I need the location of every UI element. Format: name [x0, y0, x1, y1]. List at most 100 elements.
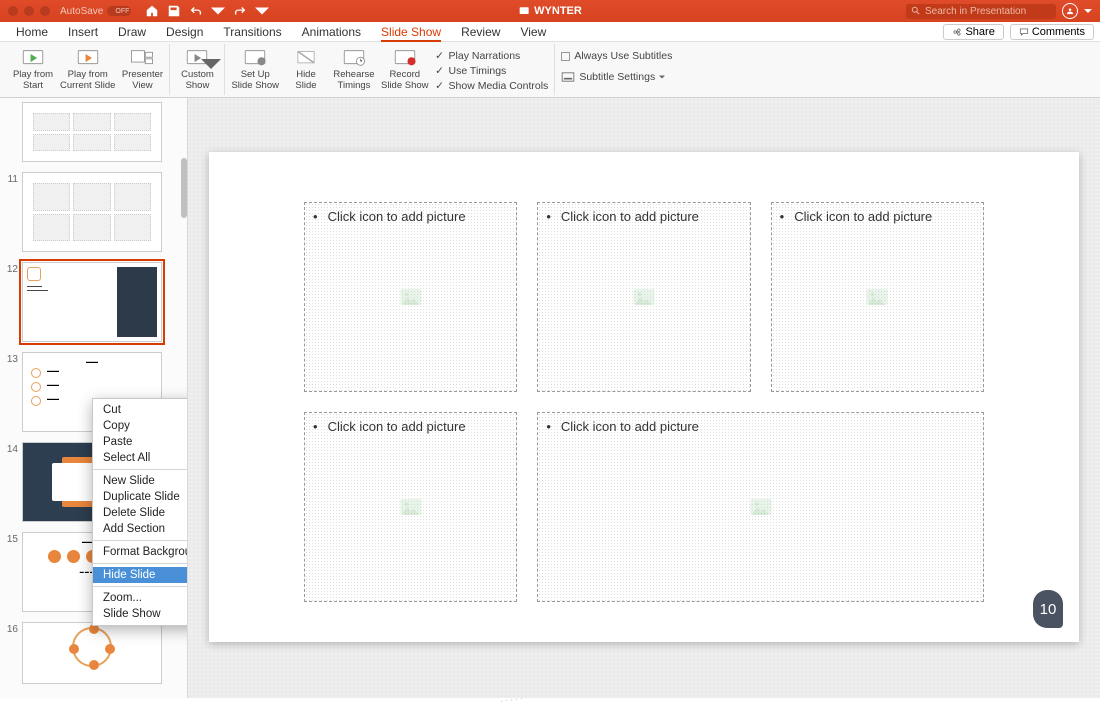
picture-placeholder[interactable]: Click icon to add picture	[771, 202, 984, 392]
thumbnail-slide[interactable]	[22, 102, 162, 162]
autosave-control[interactable]: AutoSave OFF	[60, 6, 131, 17]
context-menu: Cut⌘X Copy⌘C Paste⌘V Select All⌘A New Sl…	[92, 398, 188, 626]
check-icon: ✓	[435, 51, 445, 61]
thumb-number: 15	[4, 532, 18, 545]
record-show-button[interactable]: Record Slide Show	[381, 44, 429, 92]
thumbnail-slide-16[interactable]	[22, 622, 162, 684]
thumb-number: 11	[4, 172, 18, 185]
image-icon	[400, 499, 422, 515]
autosave-toggle[interactable]: OFF	[107, 6, 131, 16]
play-narrations-checkbox[interactable]: ✓Play Narrations	[435, 50, 549, 62]
ribbon: Play from Start Play from Current Slide …	[0, 42, 1100, 98]
thumb-number: 13	[4, 352, 18, 365]
slide-canvas-area[interactable]: Click icon to add picture Click icon to …	[188, 98, 1100, 698]
separator	[93, 563, 188, 564]
ctx-delete-slide[interactable]: Delete Slide	[93, 505, 188, 521]
zoom-icon[interactable]	[40, 6, 50, 16]
thumb-number: 16	[4, 622, 18, 635]
image-icon	[633, 289, 655, 305]
chevron-down-icon	[198, 54, 224, 74]
window-controls[interactable]	[8, 6, 50, 16]
chevron-down-icon	[659, 74, 665, 80]
quick-access-toolbar	[145, 4, 269, 18]
slide[interactable]: Click icon to add picture Click icon to …	[209, 152, 1079, 642]
tab-slide-show[interactable]: Slide Show	[371, 22, 451, 41]
undo-icon[interactable]	[189, 4, 203, 18]
ctx-format-background[interactable]: Format Background...	[93, 544, 188, 560]
home-icon[interactable]	[145, 4, 159, 18]
slide-number-badge: 10	[1033, 590, 1063, 628]
use-timings-checkbox[interactable]: ✓Use Timings	[435, 65, 549, 77]
custom-show-button[interactable]: Custom Show	[176, 44, 218, 92]
ctx-select-all[interactable]: Select All⌘A	[93, 450, 188, 466]
thumb-number: 12	[4, 262, 18, 275]
ribbon-tabs: Home Insert Draw Design Transitions Anim…	[0, 22, 1100, 42]
search-input[interactable]	[925, 6, 1045, 17]
separator	[93, 469, 188, 470]
thumbnail-slide-12[interactable]: ▬▬▬▬▬▬▬▬▬▬▬▬	[22, 262, 162, 342]
tab-review[interactable]: Review	[451, 22, 510, 41]
setup-show-button[interactable]: Set Up Slide Show	[231, 44, 279, 92]
check-icon: ✓	[435, 81, 445, 91]
slide-thumbnails-panel[interactable]: 11 12▬▬▬▬▬▬▬▬▬▬▬▬ 13▬▬▬▬▬▬▬▬▬▬▬▬ 14 15▬▬…	[0, 98, 188, 698]
ctx-duplicate-slide[interactable]: Duplicate Slide⇧⌘D	[93, 489, 188, 505]
main-area: 11 12▬▬▬▬▬▬▬▬▬▬▬▬ 13▬▬▬▬▬▬▬▬▬▬▬▬ 14 15▬▬…	[0, 98, 1100, 698]
tab-view[interactable]: View	[510, 22, 556, 41]
show-media-checkbox[interactable]: ✓Show Media Controls	[435, 80, 549, 92]
thumb-number: 14	[4, 442, 18, 455]
thumbnail-slide-11[interactable]	[22, 172, 162, 252]
ctx-zoom[interactable]: Zoom...	[93, 590, 188, 606]
rehearse-timings-button[interactable]: Rehearse Timings	[333, 44, 375, 92]
minimize-icon[interactable]	[24, 6, 34, 16]
tab-transitions[interactable]: Transitions	[213, 22, 291, 41]
subtitle-settings-button[interactable]: Subtitle Settings	[561, 71, 672, 83]
picture-placeholder[interactable]: Click icon to add picture	[304, 412, 517, 602]
scrollbar[interactable]	[181, 158, 187, 218]
checkbox-empty-icon	[561, 52, 570, 61]
presentation-icon	[518, 5, 530, 17]
image-icon	[750, 499, 772, 515]
chevron-down-icon[interactable]	[1084, 7, 1092, 15]
tab-insert[interactable]: Insert	[58, 22, 108, 41]
play-from-start-button[interactable]: Play from Start	[12, 44, 54, 92]
tab-design[interactable]: Design	[156, 22, 213, 41]
undo-dropdown-icon[interactable]	[211, 4, 225, 18]
tab-home[interactable]: Home	[6, 22, 58, 41]
picture-placeholder[interactable]: Click icon to add picture	[304, 202, 517, 392]
ctx-paste[interactable]: Paste⌘V	[93, 434, 188, 450]
check-icon: ✓	[435, 66, 445, 76]
image-icon	[866, 289, 888, 305]
share-icon	[952, 27, 962, 37]
tab-animations[interactable]: Animations	[292, 22, 371, 41]
picture-placeholder[interactable]: Click icon to add picture	[537, 412, 984, 602]
hide-slide-button[interactable]: Hide Slide	[285, 44, 327, 92]
tab-draw[interactable]: Draw	[108, 22, 156, 41]
save-icon[interactable]	[167, 4, 181, 18]
search-icon	[911, 6, 921, 16]
ctx-slide-show[interactable]: Slide Show⇧⌘↩	[93, 606, 188, 622]
separator	[93, 540, 188, 541]
picture-placeholder[interactable]: Click icon to add picture	[537, 202, 750, 392]
ctx-new-slide[interactable]: New Slide⇧⌘N	[93, 473, 188, 489]
user-avatar[interactable]	[1062, 3, 1078, 19]
autosave-label: AutoSave	[60, 6, 103, 17]
subtitle-icon	[561, 72, 575, 82]
ctx-hide-slide[interactable]: Hide Slide	[93, 567, 188, 583]
image-icon	[400, 289, 422, 305]
comment-icon	[1019, 27, 1029, 37]
close-icon[interactable]	[8, 6, 18, 16]
redo-icon[interactable]	[233, 4, 247, 18]
share-button[interactable]: Share	[943, 24, 1003, 40]
separator	[93, 586, 188, 587]
document-title: WYNTER	[518, 5, 582, 17]
comments-button[interactable]: Comments	[1010, 24, 1094, 40]
ctx-cut[interactable]: Cut⌘X	[93, 402, 188, 418]
search-box[interactable]	[906, 4, 1056, 19]
titlebar: AutoSave OFF WYNTER	[0, 0, 1100, 22]
ctx-copy[interactable]: Copy⌘C	[93, 418, 188, 434]
qat-dropdown-icon[interactable]	[255, 4, 269, 18]
always-subtitles-checkbox[interactable]: Always Use Subtitles	[561, 50, 672, 62]
presenter-view-button[interactable]: Presenter View	[121, 44, 163, 92]
ctx-add-section[interactable]: Add Section	[93, 521, 188, 537]
play-from-current-button[interactable]: Play from Current Slide	[60, 44, 115, 92]
